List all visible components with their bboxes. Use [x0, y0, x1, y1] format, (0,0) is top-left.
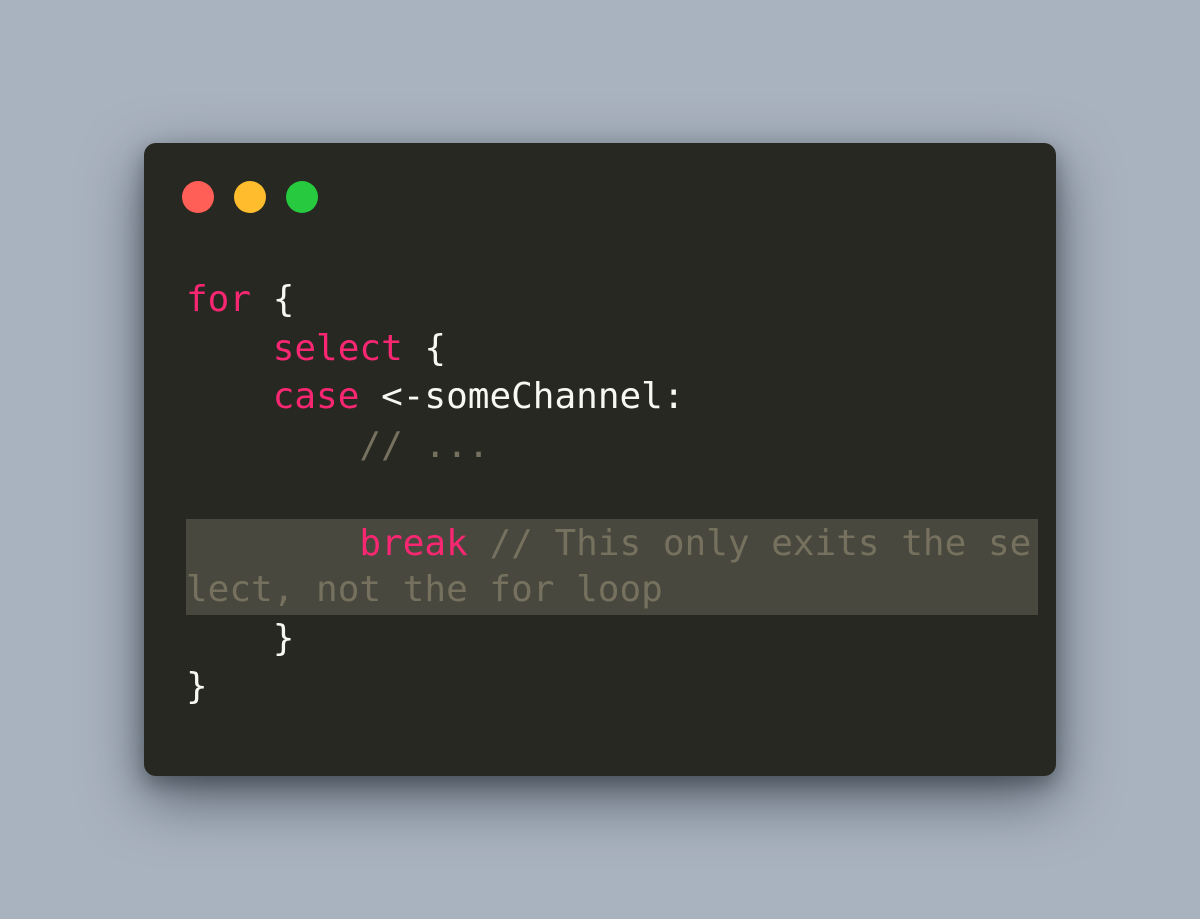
- keyword-case: case: [272, 376, 360, 417]
- window-controls: [182, 181, 318, 213]
- code-line-8: }: [186, 663, 1038, 712]
- code-line-2: select {: [272, 327, 447, 369]
- closing-brace-for: }: [186, 666, 208, 707]
- keyword-break: break: [359, 522, 468, 564]
- code-line-7: }: [186, 615, 1038, 664]
- comment-ellipsis: // ...: [359, 424, 490, 466]
- code-line-1: for {: [186, 279, 295, 320]
- zoom-button[interactable]: [286, 181, 318, 213]
- code-block: for { select { case <-someChannel: // ..…: [186, 276, 1038, 712]
- code-window: for { select { case <-someChannel: // ..…: [144, 143, 1056, 776]
- code-line-3: case <-someChannel:: [272, 376, 685, 417]
- code-line-4: // ...: [186, 422, 1038, 471]
- keyword-select: select: [272, 327, 403, 369]
- close-button[interactable]: [182, 181, 214, 213]
- keyword-for: for: [186, 279, 252, 320]
- closing-brace-select: }: [272, 617, 295, 659]
- minimize-button[interactable]: [234, 181, 266, 213]
- code-line-6-highlighted: break // This only exits the select, not…: [186, 518, 1038, 615]
